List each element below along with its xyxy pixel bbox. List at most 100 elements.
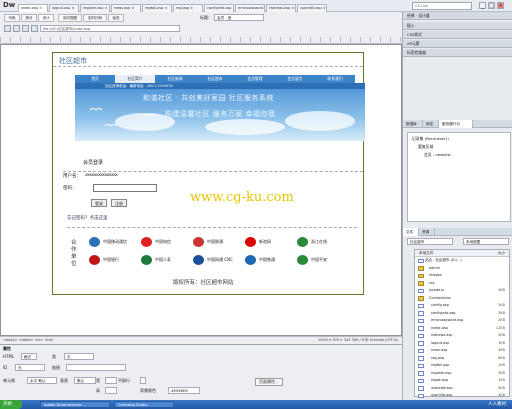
bindings-tab[interactable]: 服务器行为 (439, 120, 473, 128)
server-behavior-item[interactable]: 重复区域 (418, 144, 433, 150)
address-bar[interactable]: file:///D:/社区超市/index.asp (40, 25, 180, 32)
id-field[interactable]: 无 (15, 364, 45, 371)
refresh-icon[interactable] (22, 25, 29, 32)
doc-tab[interactable]: errorpassword.asp × (235, 4, 265, 12)
minimize-button[interactable]: _ (479, 2, 486, 9)
live-code-button[interactable]: 实时代码 (83, 14, 107, 22)
file-row[interactable]: logout.asp 1KB (415, 340, 509, 348)
file-row[interactable]: news.asp 4KB (415, 347, 509, 355)
file-row[interactable]: 站点 - 社区超市 (D:\...) (415, 257, 509, 265)
doc-tab[interactable]: useredit.asp × (297, 4, 327, 12)
tag-selector[interactable]: <body> <table> <tr> <td> (3, 338, 54, 342)
file-row[interactable]: listnews.asp 5KB (415, 332, 509, 340)
nav-item[interactable]: 社区简介 (115, 75, 155, 83)
partner-logo[interactable]: 新浪网 (245, 236, 271, 248)
home-icon[interactable] (31, 25, 38, 32)
server-behavior-item[interactable]: 记录集 (Recordset1) (412, 136, 449, 142)
site-select[interactable]: 社区超市 (407, 238, 453, 245)
file-row[interactable]: css (415, 280, 509, 288)
register-button[interactable]: 注册 (111, 199, 127, 207)
doc-tab[interactable]: configinfo.asp × (204, 4, 234, 12)
nav-item[interactable]: 会员管理 (235, 75, 275, 83)
taskbar-item-dreamweaver[interactable]: Adobe Dreamweaver... (40, 401, 110, 408)
doc-tab[interactable]: logout.asp × (49, 4, 79, 12)
live-view-button[interactable]: 实时视图 (58, 14, 82, 22)
column-size[interactable]: 大小 (498, 250, 505, 257)
file-row[interactable]: errorpassword.asp 2KB (415, 317, 509, 325)
split-view-button[interactable]: 拆分 (21, 14, 37, 22)
panel-header[interactable]: 标签检查器 (403, 49, 512, 57)
nav-item[interactable]: 社区超市 (195, 75, 235, 83)
close-button[interactable]: × (497, 2, 504, 9)
file-name: logout.asp (431, 340, 450, 345)
file-row[interactable]: Connections (415, 295, 509, 303)
bg-color-field[interactable]: #E6E6E6 (168, 387, 200, 394)
width-field[interactable] (105, 377, 117, 384)
taskbar-item-camtasia[interactable]: Camtasia Studio (114, 401, 174, 408)
nav-item[interactable]: 社区新闻 (155, 75, 195, 83)
partner-logo[interactable]: 中国联通 (193, 236, 223, 248)
file-row[interactable]: register.asp 3KB (415, 370, 509, 378)
title-input[interactable]: 会员 - 首 (214, 14, 264, 21)
file-row[interactable]: userinfo.asp 4KB (415, 392, 509, 400)
file-row[interactable]: configinfo.asp 3KB (415, 310, 509, 318)
file-row[interactable]: admin (415, 265, 509, 273)
cell-vertical-field[interactable]: 默认 (74, 377, 96, 384)
password-field[interactable] (93, 184, 157, 192)
cell-horizontal-field[interactable]: 水平 默认 (27, 377, 57, 384)
file-row[interactable]: images (415, 272, 509, 280)
search-input[interactable]: CS Live (412, 2, 472, 10)
doc-tab[interactable]: regfail.asp × (142, 4, 172, 12)
file-row[interactable]: regok.asp 1KB (415, 377, 509, 385)
file-row[interactable]: config.asp 2KB (415, 302, 509, 310)
server-behavior-item[interactable]: 会员 - newslist (424, 152, 451, 158)
doc-tab[interactable]: index.asp × (18, 4, 48, 12)
forgot-password-link[interactable]: 忘记密码？点击这里 (67, 215, 108, 221)
link-field[interactable] (66, 364, 126, 371)
partner-logo[interactable]: 中国铁通 (245, 254, 275, 266)
view-select[interactable]: 本地视图 (463, 238, 509, 245)
partner-logo[interactable]: 中国平安 (297, 254, 327, 266)
nav-item[interactable]: 联系我们 (315, 75, 355, 83)
files-tab[interactable]: 资源 (419, 228, 435, 236)
maximize-button[interactable]: □ (488, 2, 495, 9)
partner-logo[interactable]: 浙江在线 (297, 236, 327, 248)
partner-logo[interactable]: 中国人寿 (141, 254, 171, 266)
nav-item[interactable]: 首页 (75, 75, 115, 83)
code-view-button[interactable]: 代码 (4, 14, 20, 22)
workspace-switcher[interactable]: 经典 · 设计器 (403, 12, 512, 20)
format-field[interactable]: 格式 (21, 353, 37, 360)
inspect-button[interactable]: 检查 (108, 14, 124, 22)
file-row[interactable]: useredit.asp 5KB (415, 385, 509, 393)
panel-header[interactable]: AP元素 (403, 40, 512, 48)
class-field[interactable]: 无 (64, 353, 94, 360)
login-button[interactable]: 登录 (91, 199, 107, 207)
property-label: 单元格 (3, 378, 15, 383)
partner-logo[interactable]: 中国网通 CNC (193, 254, 233, 266)
panel-header[interactable]: 插入 (403, 22, 512, 30)
property-label[interactable]: 页面属性... (255, 378, 283, 386)
forward-icon[interactable] (13, 25, 20, 32)
design-view-button[interactable]: 设计 (38, 14, 54, 22)
file-row[interactable]: regfail.asp 1KB (415, 362, 509, 370)
start-button[interactable]: 开始 (0, 400, 22, 409)
doc-tab[interactable]: news.asp × (111, 4, 141, 12)
column-local-files[interactable]: 本地文件 (419, 250, 433, 257)
file-row[interactable]: index.asp 12KB (415, 325, 509, 333)
bindings-tab[interactable]: 数据库 (403, 120, 423, 128)
height-field[interactable] (105, 387, 117, 394)
panel-header[interactable]: CSS样式 (403, 31, 512, 39)
partner-logo[interactable]: 中国移动通信 (89, 236, 127, 248)
file-row[interactable]: jscode.js 4KB (415, 287, 509, 295)
nowrap-checkbox[interactable] (140, 377, 146, 384)
back-icon[interactable] (4, 25, 11, 32)
partner-logo[interactable]: 中国电信 (141, 236, 171, 248)
bindings-tab[interactable]: 绑定 (423, 120, 439, 128)
nav-item[interactable]: 会员留言 (275, 75, 315, 83)
doc-tab[interactable]: register.asp × (80, 4, 110, 12)
doc-tab[interactable]: reg.asp × (173, 4, 203, 12)
partner-logo[interactable]: 中国银行 (89, 254, 119, 266)
doc-tab[interactable]: listnews.asp × (266, 4, 296, 12)
files-tab[interactable]: 文件 (403, 228, 419, 236)
file-row[interactable]: reg.asp 6KB (415, 355, 509, 363)
